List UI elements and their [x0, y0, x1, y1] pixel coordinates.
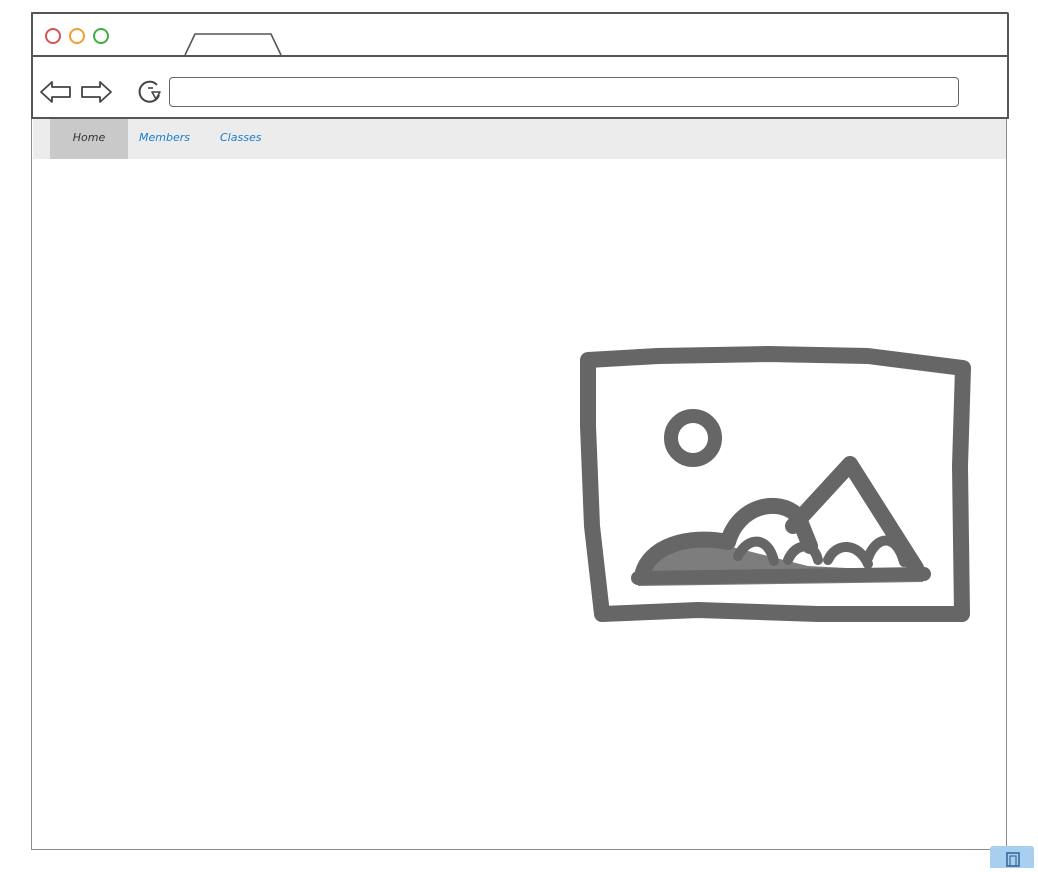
nav-item-home[interactable]: Home — [50, 119, 128, 159]
url-input[interactable] — [169, 77, 959, 107]
browser-tab[interactable] — [183, 32, 283, 56]
image-placeholder-icon — [580, 346, 971, 622]
resize-handle[interactable] — [990, 846, 1034, 868]
window-icon — [1006, 852, 1020, 867]
nav-item-label: Classes — [220, 131, 262, 144]
nav-item-members[interactable]: Members — [139, 119, 190, 159]
arrow-left-icon[interactable] — [39, 79, 73, 105]
site-nav: Home Members Classes — [33, 119, 1006, 159]
nav-item-classes[interactable]: Classes — [220, 119, 261, 159]
close-window-button[interactable] — [45, 28, 61, 44]
maximize-window-button[interactable] — [93, 28, 109, 44]
address-toolbar — [31, 55, 1009, 119]
reload-icon[interactable] — [135, 77, 165, 107]
arrow-right-icon[interactable] — [79, 79, 113, 105]
title-bar — [31, 12, 1009, 57]
minimize-window-button[interactable] — [69, 28, 85, 44]
nav-item-label: Home — [72, 131, 106, 144]
nav-item-label: Members — [139, 131, 190, 144]
